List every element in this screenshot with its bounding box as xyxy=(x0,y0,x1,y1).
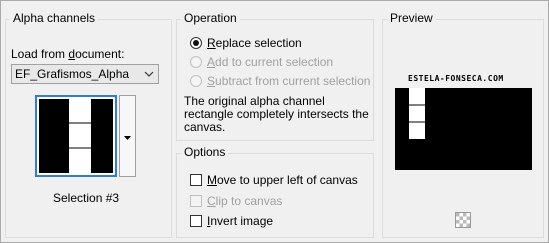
radio-indicator xyxy=(190,56,202,68)
alpha-channels-title: Alpha channels xyxy=(10,11,99,25)
checkbox-move-to-upper-left[interactable]: Move to upper left of canvas xyxy=(190,173,358,187)
radio-indicator xyxy=(190,75,202,87)
radio-add-to-selection[interactable]: Add to current selection xyxy=(190,55,333,69)
selection-dropdown-button[interactable] xyxy=(119,95,136,177)
operation-description: The original alpha channel rectangle com… xyxy=(184,94,369,134)
checkbox-indicator xyxy=(190,195,202,207)
operation-title: Operation xyxy=(181,11,240,25)
preview-canvas xyxy=(395,88,532,170)
radio-indicator xyxy=(190,37,202,49)
radio-subtract-from-selection[interactable]: Subtract from current selection xyxy=(190,74,370,88)
watermark-text: ESTELA-FONSECA.COM xyxy=(408,74,504,83)
selection-thumbnail-image xyxy=(39,99,113,173)
chevron-down-icon xyxy=(140,71,158,77)
checkbox-label: Move to upper left of canvas xyxy=(207,173,358,187)
checkbox-invert-image[interactable]: Invert image xyxy=(190,214,273,228)
radio-label: Replace selection xyxy=(207,36,302,50)
selection-number-label: Selection #3 xyxy=(53,191,120,205)
options-title: Options xyxy=(181,145,229,159)
selection-thumbnail[interactable] xyxy=(35,95,117,177)
load-from-document-label: Load from document: xyxy=(11,47,125,61)
checkbox-label: Clip to canvas xyxy=(207,194,283,208)
triangle-down-icon xyxy=(124,129,131,143)
preview-image xyxy=(395,88,532,170)
checkbox-label: Invert image xyxy=(207,214,274,228)
preview-title: Preview xyxy=(387,11,436,25)
radio-label: Add to current selection xyxy=(207,55,334,69)
checkbox-clip-to-canvas[interactable]: Clip to canvas xyxy=(190,194,282,208)
document-select[interactable]: EF_Grafismos_Alpha xyxy=(11,64,159,84)
checkbox-indicator xyxy=(190,215,202,227)
radio-replace-selection[interactable]: Replace selection xyxy=(190,36,302,50)
radio-label: Subtract from current selection xyxy=(207,74,371,88)
checkbox-indicator xyxy=(190,174,202,186)
document-select-value: EF_Grafismos_Alpha xyxy=(15,67,130,81)
transparency-checker-icon[interactable] xyxy=(455,212,471,228)
